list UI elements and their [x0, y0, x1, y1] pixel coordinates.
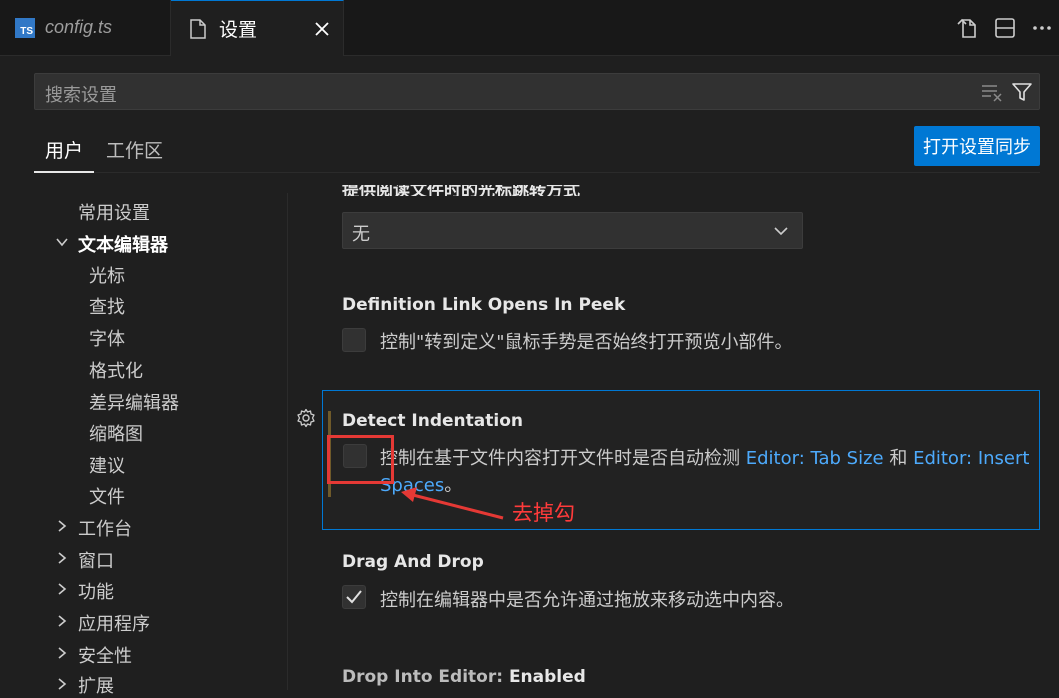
chevron-right-icon[interactable]: [55, 614, 69, 628]
chevron-right-icon[interactable]: [55, 646, 69, 660]
active-scope-indicator: [34, 171, 94, 173]
annotation-text: 去掉勾: [512, 501, 575, 525]
setting-desc-detect-indentation: 控制在基于文件内容打开文件时是否自动检测 Editor: Tab Size 和 …: [380, 444, 1029, 470]
desc-text: 和: [883, 448, 914, 469]
tab-user-scope[interactable]: 用户: [45, 136, 83, 163]
toc-item-common[interactable]: 常用设置: [78, 199, 150, 225]
link-insert-spaces[interactable]: Editor: Insert: [913, 448, 1029, 469]
definition-link-checkbox[interactable]: [342, 328, 366, 352]
annotation-highlight-box: [327, 435, 394, 484]
drag-and-drop-checkbox[interactable]: [342, 585, 366, 609]
toc-item-formatting[interactable]: 格式化: [89, 357, 143, 383]
more-actions-icon[interactable]: [1030, 16, 1054, 40]
editor-tab-bar: TS config.ts 设置: [0, 0, 1059, 56]
title-prefix: Drop Into Editor:: [342, 667, 509, 687]
toc-item-diff-editor[interactable]: 差异编辑器: [89, 389, 179, 415]
chevron-right-icon[interactable]: [55, 677, 69, 691]
scope-divider: [34, 172, 1040, 173]
search-placeholder: 搜索设置: [45, 85, 117, 106]
setting-dropdown[interactable]: 无: [342, 212, 803, 249]
toc-item-suggestions[interactable]: 建议: [89, 452, 125, 478]
toc-item-font[interactable]: 字体: [89, 325, 125, 351]
gear-icon[interactable]: [296, 408, 316, 428]
setting-title-definition-link: Definition Link Opens In Peek: [342, 295, 626, 315]
clear-filter-icon[interactable]: [981, 82, 1003, 102]
toc-item-files[interactable]: 文件: [89, 483, 125, 509]
toc-item-cursor[interactable]: 光标: [89, 262, 125, 288]
desc-text: 控制在基于文件内容打开文件时是否自动检测: [380, 448, 746, 469]
file-icon: [190, 18, 206, 39]
setting-title-detect-indentation: Detect Indentation: [342, 411, 523, 431]
setting-desc-drag-and-drop: 控制在编辑器中是否允许通过拖放来移动选中内容。: [380, 590, 794, 611]
toc-divider: [287, 193, 288, 690]
open-json-icon[interactable]: [956, 16, 980, 40]
toc-item-workbench[interactable]: 工作台: [78, 515, 132, 541]
annotation-arrow-icon: [401, 487, 504, 520]
check-icon: [346, 590, 362, 604]
toc-item-find[interactable]: 查找: [89, 293, 125, 319]
setting-title-cutoff: 提供阅读文件时的光标跳转方式: [342, 181, 580, 196]
tab-label: config.ts: [45, 17, 113, 37]
toc-item-security[interactable]: 安全性: [78, 642, 132, 668]
chevron-down-icon[interactable]: [55, 235, 69, 249]
toc-item-extensions[interactable]: 扩展: [78, 672, 114, 698]
close-icon[interactable]: [313, 20, 331, 38]
chevron-right-icon[interactable]: [55, 519, 69, 533]
toc-item-application[interactable]: 应用程序: [78, 610, 150, 636]
setting-desc-definition-link: 控制"转到定义"鼠标手势是否始终打开预览小部件。: [380, 332, 793, 353]
tab-workspace-scope[interactable]: 工作区: [106, 136, 163, 163]
chevron-right-icon[interactable]: [55, 582, 69, 596]
tab-settings[interactable]: 设置: [171, 0, 344, 56]
chevron-down-icon: [774, 227, 788, 236]
setting-title-drop-into-editor: Drop Into Editor: Enabled: [342, 667, 586, 687]
tab-label: 设置: [219, 19, 258, 41]
split-editor-icon[interactable]: [993, 16, 1017, 40]
link-tab-size[interactable]: Editor: Tab Size: [746, 448, 884, 469]
toc-item-window[interactable]: 窗口: [78, 547, 114, 573]
tab-config-ts[interactable]: TS config.ts: [0, 0, 171, 55]
toc-item-minimap[interactable]: 缩略图: [89, 420, 143, 446]
dropdown-value: 无: [352, 224, 370, 245]
search-settings-input[interactable]: 搜索设置: [34, 73, 1040, 110]
chevron-right-icon[interactable]: [55, 551, 69, 565]
toc-item-features[interactable]: 功能: [78, 578, 114, 604]
toc-item-text-editor[interactable]: 文本编辑器: [78, 231, 168, 257]
filter-icon[interactable]: [1011, 81, 1033, 103]
title-bold: Enabled: [508, 667, 586, 687]
ts-file-icon: TS: [15, 17, 35, 38]
setting-title-drag-and-drop: Drag And Drop: [342, 552, 484, 572]
open-settings-sync-button[interactable]: 打开设置同步: [914, 126, 1040, 166]
